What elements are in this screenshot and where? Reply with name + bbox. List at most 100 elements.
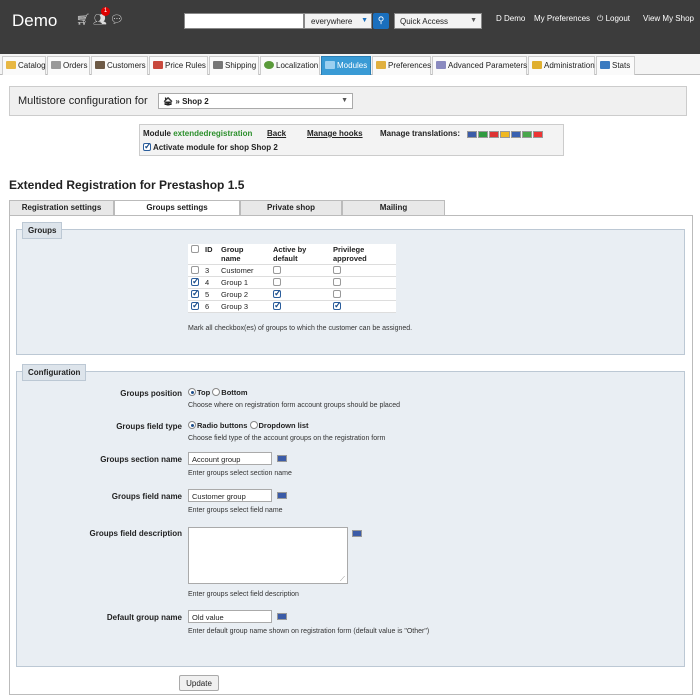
search-input[interactable] xyxy=(184,13,304,29)
radio-icon xyxy=(212,388,221,396)
flag-en-icon[interactable] xyxy=(277,492,287,499)
activate-label: Activate module for shop Shop 2 xyxy=(152,143,278,152)
power-icon: ⏻ xyxy=(597,14,606,23)
tab-stats[interactable]: Stats xyxy=(596,56,635,75)
default-group-name-input[interactable]: Old value xyxy=(188,610,272,623)
configuration-fieldset: Configuration xyxy=(16,364,685,667)
flag-en-icon[interactable] xyxy=(277,613,287,620)
default-group-name-label: Default group name xyxy=(106,613,182,622)
groups-section-name-hint: Enter groups select section name xyxy=(188,470,292,477)
messages-icon[interactable]: 💬︎ xyxy=(110,13,124,26)
tab-mailing[interactable]: Mailing xyxy=(342,200,445,215)
active-by-default-checkbox[interactable] xyxy=(273,266,281,274)
quick-access-select[interactable]: Quick Access ▼ xyxy=(394,13,482,29)
logout-link[interactable]: ⏻ Logout xyxy=(597,14,630,24)
tab-label: Preferences xyxy=(388,61,432,70)
field-type-dropdown-list[interactable]: Dropdown list xyxy=(249,421,309,430)
row-select-checkbox[interactable] xyxy=(191,276,200,287)
active-by-default-checkbox[interactable] xyxy=(273,278,281,286)
group-name: Group 1 xyxy=(218,276,270,289)
flag-pl-icon[interactable] xyxy=(533,131,543,138)
tab-price-rules[interactable]: Price Rules xyxy=(149,56,208,75)
groups-field-type-options: Radio buttons Dropdown list xyxy=(188,421,309,430)
flag-en-icon[interactable] xyxy=(467,131,477,138)
tab-modules[interactable]: Modules xyxy=(321,56,371,75)
groups-table: ID Group name Active by default Privilege a… xyxy=(188,244,396,313)
select-all-header[interactable] xyxy=(188,244,202,265)
tab-advanced-parameters[interactable]: Advanced Parameters xyxy=(432,56,527,75)
manage-hooks-link[interactable]: Manage hooks xyxy=(307,129,363,138)
group-name: Customer xyxy=(218,264,270,277)
shop-context-value: » Shop 2 xyxy=(175,97,209,106)
groups-section-name-input[interactable]: Account group xyxy=(188,452,272,465)
radio-label: Bottom xyxy=(221,388,248,397)
flag-de-icon[interactable] xyxy=(489,131,499,138)
search-icon: ⚲ xyxy=(377,15,385,25)
chevron-down-icon: ▼ xyxy=(361,17,368,24)
tab-label: Localization xyxy=(276,61,319,70)
search-button[interactable]: ⚲ xyxy=(373,13,389,29)
table-row: 5 Group 2 xyxy=(188,288,396,301)
groups-field-name-input[interactable]: Customer group xyxy=(188,489,272,502)
chart-icon xyxy=(600,61,610,69)
tab-label: Advanced Parameters xyxy=(448,61,528,70)
shop-context-select[interactable]: 🏠︎ » Shop 2 ▼ xyxy=(158,93,353,109)
row-select-checkbox[interactable] xyxy=(191,266,199,274)
flag-en-icon[interactable] xyxy=(352,530,362,537)
tab-customers[interactable]: Customers xyxy=(91,56,148,75)
preferences-icon xyxy=(376,61,386,69)
flag-fr-icon[interactable] xyxy=(511,131,521,138)
radio-icon xyxy=(249,421,258,429)
privilege-approved-checkbox[interactable] xyxy=(333,300,342,311)
update-button[interactable]: Update xyxy=(179,675,219,691)
employee-name[interactable]: D Demo xyxy=(496,14,525,23)
tab-localization[interactable]: Localization xyxy=(260,56,320,75)
tab-catalog[interactable]: Catalog xyxy=(2,56,46,75)
view-shop-link[interactable]: View My Shop xyxy=(643,14,694,23)
groups-field-description-textarea[interactable] xyxy=(188,527,348,584)
groups-field-type-hint: Choose field type of the account groups … xyxy=(188,435,386,442)
groups-section-name-label: Groups section name xyxy=(100,455,182,464)
position-bottom-radio[interactable]: Bottom xyxy=(212,388,248,397)
activate-module-checkbox[interactable]: Activate module for shop Shop 2 xyxy=(143,141,278,152)
select-all-checkbox[interactable] xyxy=(191,245,199,253)
active-by-default-checkbox[interactable] xyxy=(273,300,282,311)
globe-icon xyxy=(264,61,274,69)
tab-registration-settings[interactable]: Registration settings xyxy=(9,200,114,215)
col-privilege-approved: Privilege approved xyxy=(330,244,396,265)
tab-private-shop[interactable]: Private shop xyxy=(240,200,342,215)
radio-label: Radio buttons xyxy=(197,421,248,430)
back-link[interactable]: Back xyxy=(267,129,286,138)
position-top-radio[interactable]: Top xyxy=(188,388,210,397)
tab-label: Price Rules xyxy=(165,61,206,70)
search-scope-select[interactable]: everywhere ▼ xyxy=(304,13,372,29)
default-group-name-hint: Enter default group name shown on regist… xyxy=(188,628,430,635)
tab-administration[interactable]: Administration xyxy=(528,56,595,75)
flag-br-icon[interactable] xyxy=(478,131,488,138)
tab-groups-settings[interactable]: Groups settings xyxy=(114,200,240,216)
shop-name[interactable]: Demo xyxy=(12,11,57,31)
privilege-approved-checkbox[interactable] xyxy=(333,266,341,274)
flag-it-icon[interactable] xyxy=(522,131,532,138)
truck-icon xyxy=(213,61,223,69)
groups-field-type-label: Groups field type xyxy=(116,422,182,431)
privilege-approved-checkbox[interactable] xyxy=(333,290,341,298)
flag-es-icon[interactable] xyxy=(500,131,510,138)
flag-en-icon[interactable] xyxy=(277,455,287,462)
col-privilege-line2: approved xyxy=(333,254,367,263)
my-preferences-link[interactable]: My Preferences xyxy=(534,14,590,23)
groups-position-hint: Choose where on registration form accoun… xyxy=(188,402,401,409)
field-type-radio-buttons[interactable]: Radio buttons xyxy=(188,421,247,430)
cart-icon[interactable]: 🛒︎ xyxy=(76,13,90,26)
row-select-checkbox[interactable] xyxy=(191,300,200,311)
privilege-approved-checkbox[interactable] xyxy=(333,278,341,286)
active-by-default-checkbox[interactable] xyxy=(273,288,282,299)
groups-field-description-hint: Enter groups select field description xyxy=(188,591,299,598)
resize-handle-icon[interactable]: ⟋ xyxy=(340,576,345,584)
tab-orders[interactable]: Orders xyxy=(47,56,90,75)
tab-shipping[interactable]: Shipping xyxy=(209,56,259,75)
groups-table-header: ID Group name Active by default Privilege a… xyxy=(188,244,396,265)
group-name: Group 3 xyxy=(218,300,270,313)
tab-preferences[interactable]: Preferences xyxy=(372,56,431,75)
row-select-checkbox[interactable] xyxy=(191,288,200,299)
